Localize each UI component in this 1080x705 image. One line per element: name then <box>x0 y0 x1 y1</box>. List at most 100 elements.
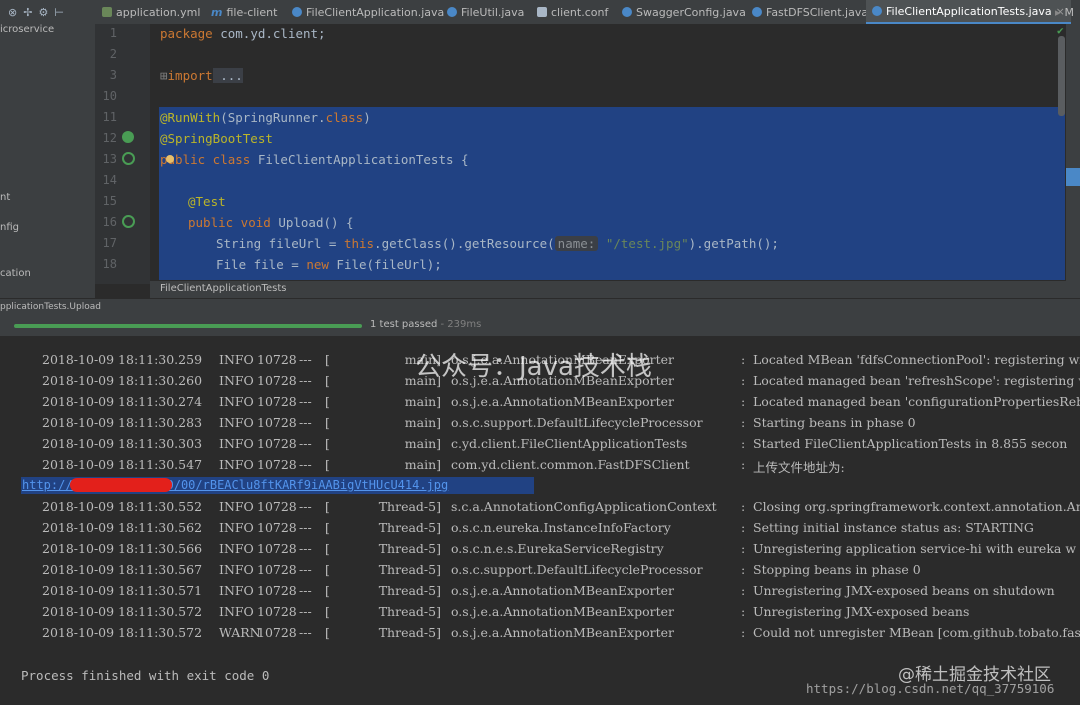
run-test-icon[interactable] <box>122 152 135 165</box>
colon: : <box>741 373 746 388</box>
class-icon <box>292 7 302 17</box>
colon: : <box>741 352 746 367</box>
colon: : <box>741 499 746 514</box>
colon: : <box>741 415 746 430</box>
redaction-mark <box>70 478 172 492</box>
line-number: 17 <box>102 236 117 250</box>
tab-swaggerconfig[interactable]: SwaggerConfig.java <box>622 0 746 24</box>
log-level: WARN <box>219 625 261 640</box>
test-status: 1 test passed - 239ms <box>370 319 481 330</box>
separator: --- <box>299 352 312 367</box>
fold-icon: ⊞ <box>160 68 168 83</box>
maven-icon: m <box>211 5 223 19</box>
code-line: File file = new File(fileUrl); <box>216 257 442 272</box>
project-item[interactable]: nt <box>0 192 10 203</box>
logger-name: o.s.c.support.DefaultLifecycleProcessor <box>451 562 703 577</box>
tab-fileclientapplication[interactable]: FileClientApplication.java <box>292 0 444 24</box>
line-number: 18 <box>102 257 117 271</box>
run-config-label[interactable]: pplicationTests.Upload <box>0 302 101 312</box>
log-level: INFO <box>219 562 254 577</box>
pin-icon[interactable]: ⊢ <box>54 6 64 19</box>
colon: : <box>741 604 746 619</box>
process-id: 10728 <box>257 625 297 640</box>
process-id: 10728 <box>257 394 297 409</box>
close-icon[interactable]: ⊗ <box>8 6 17 19</box>
project-item[interactable]: icroservice <box>0 24 54 35</box>
log-level: INFO <box>219 457 254 472</box>
line-number: 10 <box>102 89 117 103</box>
test-duration: - 239ms <box>440 319 482 330</box>
timestamp: 2018-10-09 18:11:30.571 <box>42 583 203 598</box>
separator: --- <box>299 373 312 388</box>
code-line: @SpringBootTest <box>160 131 273 146</box>
colon: : <box>741 520 746 535</box>
run-tool-header: pplicationTests.Upload <box>0 298 1080 315</box>
colon: : <box>741 457 746 472</box>
run-test-icon[interactable] <box>122 215 135 228</box>
project-item[interactable]: nfig <box>0 222 19 233</box>
log-message: Starting beans in phase 0 <box>753 415 916 430</box>
tab-more[interactable]: ▸ M <box>1055 0 1074 24</box>
editor-scrollbar[interactable] <box>1058 36 1065 116</box>
colon: : <box>741 625 746 640</box>
process-id: 10728 <box>257 583 297 598</box>
line-number: 15 <box>102 194 117 208</box>
code-line: package com.yd.client; <box>160 26 326 41</box>
split-icon[interactable]: ✢ <box>23 6 32 19</box>
tab-label: FileUtil.java <box>461 5 525 19</box>
log-message: Stopping beans in phase 0 <box>753 562 921 577</box>
thread-name: main] <box>404 436 441 451</box>
lightbulb-icon[interactable] <box>166 155 174 163</box>
line-number: 11 <box>102 110 117 124</box>
log-level: INFO <box>219 520 254 535</box>
line-number: 3 <box>109 68 117 82</box>
tab-client-conf[interactable]: client.conf <box>537 0 608 24</box>
wechat-watermark: 公众号：Java技术栈 <box>415 352 652 382</box>
parameter-hint: name: <box>554 236 599 251</box>
log-level: INFO <box>219 373 254 388</box>
thread-name: main] <box>404 394 441 409</box>
tab-fileclientapplicationtests[interactable]: FileClientApplicationTests.java × <box>866 0 1071 24</box>
process-id: 10728 <box>257 520 297 535</box>
thread-name: Thread-5] <box>378 520 441 535</box>
timestamp: 2018-10-09 18:11:30.572 <box>42 625 203 640</box>
tab-label: SwaggerConfig.java <box>636 5 746 19</box>
line-number: 16 <box>102 215 117 229</box>
tab-fileutil[interactable]: FileUtil.java <box>447 0 524 24</box>
thread-name: Thread-5] <box>378 583 441 598</box>
overflow-icon: ▸ <box>1055 5 1061 19</box>
separator: --- <box>299 457 312 472</box>
timestamp: 2018-10-09 18:11:30.552 <box>42 499 203 514</box>
thread-name: Thread-5] <box>378 562 441 577</box>
line-number: 14 <box>102 173 117 187</box>
test-progress-bar <box>14 324 362 328</box>
logger-name: o.s.j.e.a.AnnotationMBeanExporter <box>451 394 674 409</box>
logger-name: o.s.j.e.a.AnnotationMBeanExporter <box>451 625 674 640</box>
log-message: Setting initial instance status as: STAR… <box>753 520 1034 535</box>
tab-file-client[interactable]: m file-client <box>211 0 277 24</box>
thread-name: Thread-5] <box>378 604 441 619</box>
spring-bean-icon[interactable] <box>122 131 134 143</box>
breadcrumb-item[interactable]: FileClientApplicationTests <box>160 283 286 294</box>
thread-name: Thread-5] <box>378 541 441 556</box>
tab-application-yml[interactable]: application.yml <box>102 0 200 24</box>
gear-icon[interactable]: ⚙ <box>38 6 48 19</box>
colon: : <box>741 583 746 598</box>
log-level: INFO <box>219 415 254 430</box>
code-line: public void Upload() { <box>188 215 354 230</box>
timestamp: 2018-10-09 18:11:30.572 <box>42 604 203 619</box>
breadcrumb[interactable]: FileClientApplicationTests <box>150 281 1066 298</box>
log-message: Could not unregister MBean [com.github.t… <box>753 625 1080 640</box>
tab-fastdfsclient[interactable]: FastDFSClient.java <box>752 0 868 24</box>
process-id: 10728 <box>257 352 297 367</box>
log-level: INFO <box>219 436 254 451</box>
project-item[interactable]: cation <box>0 268 31 279</box>
csdn-watermark: https://blog.csdn.net/qq_37759106 <box>806 681 1055 696</box>
tab-label: application.yml <box>116 5 201 19</box>
timestamp: 2018-10-09 18:11:30.547 <box>42 457 203 472</box>
line-number: 12 <box>102 131 117 145</box>
right-tool-selected[interactable] <box>1066 168 1080 186</box>
separator: --- <box>299 604 312 619</box>
timestamp: 2018-10-09 18:11:30.562 <box>42 520 203 535</box>
class-icon <box>752 7 762 17</box>
